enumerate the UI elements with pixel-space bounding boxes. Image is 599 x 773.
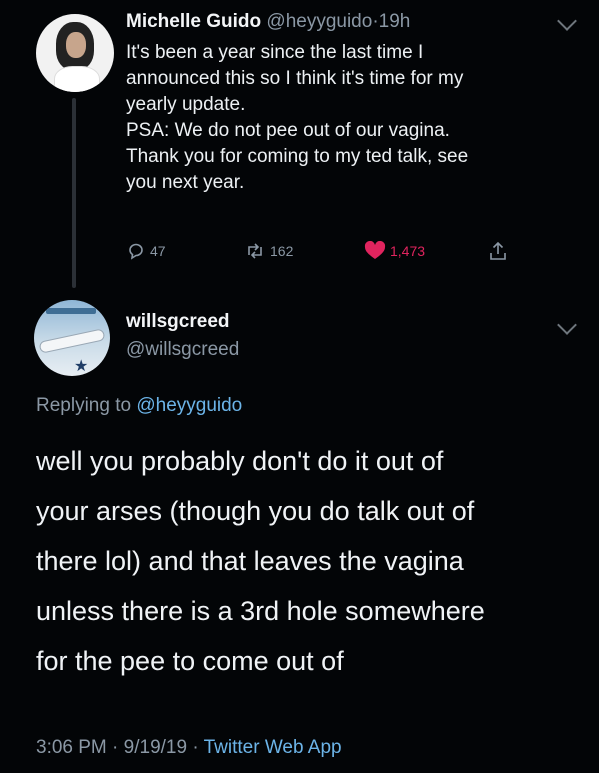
avatar-face bbox=[66, 32, 86, 58]
tweet-actions: 47 162 1,473 bbox=[126, 240, 518, 262]
retweet-count: 162 bbox=[270, 243, 294, 259]
tweet-text: It's been a year since the last time I a… bbox=[126, 40, 566, 196]
avatar-banner bbox=[46, 308, 96, 314]
reply-author-handle[interactable]: @willsgcreed bbox=[126, 338, 239, 362]
reply-count: 47 bbox=[150, 243, 166, 259]
tweet-time[interactable]: 19h bbox=[379, 11, 411, 32]
chevron-down-icon[interactable] bbox=[557, 11, 577, 31]
avatar[interactable] bbox=[36, 14, 114, 92]
replying-prefix: Replying to bbox=[36, 395, 132, 416]
retweet-button[interactable]: 162 bbox=[244, 241, 364, 261]
share-button[interactable] bbox=[488, 240, 518, 262]
author-handle[interactable]: @heyyguido bbox=[266, 11, 372, 32]
airplane-icon bbox=[39, 329, 105, 353]
like-count: 1,473 bbox=[390, 243, 426, 259]
reply-author-name[interactable]: willsgcreed bbox=[126, 310, 230, 334]
chevron-down-icon[interactable] bbox=[557, 315, 577, 335]
reply-icon bbox=[129, 243, 143, 260]
reply-text-line: unless there is a 3rd hole somewhere bbox=[36, 596, 485, 626]
reply-text-line: your arses (though you do talk out of bbox=[36, 496, 475, 526]
reply-text-line: there lol) and that leaves the vagina bbox=[36, 546, 464, 576]
share-icon bbox=[490, 241, 506, 260]
author-name[interactable]: Michelle Guido bbox=[126, 11, 261, 32]
meta-separator: · bbox=[112, 737, 119, 758]
avatar-shirt bbox=[54, 66, 100, 92]
tweet-text-line: announced this so I think it's time for … bbox=[126, 68, 464, 89]
reply-time[interactable]: 3:06 PM bbox=[36, 737, 107, 758]
reply-text: well you probably don't do it out of you… bbox=[36, 436, 566, 686]
reply-text-line: well you probably don't do it out of bbox=[36, 446, 444, 476]
tweet-text-line: PSA: We do not pee out of our vagina. bbox=[126, 120, 450, 141]
replying-to-link[interactable]: @heyyguido bbox=[136, 395, 242, 416]
reply-button[interactable]: 47 bbox=[126, 241, 244, 261]
tweet-header: Michelle Guido @heyyguido·19h bbox=[126, 10, 410, 34]
tweet-text-line: Thank you for coming to my ted talk, see bbox=[126, 146, 469, 167]
star-icon: ★ bbox=[74, 358, 89, 375]
like-button[interactable]: 1,473 bbox=[364, 241, 488, 261]
thread-connector-line bbox=[72, 98, 76, 288]
reply-text-line: for the pee to come out of bbox=[36, 646, 344, 676]
tweet-thread-screenshot: Michelle Guido @heyyguido·19h It's been … bbox=[0, 0, 599, 773]
reply-meta: 3:06 PM · 9/19/19 · Twitter Web App bbox=[36, 736, 342, 760]
meta-separator: · bbox=[192, 737, 199, 758]
source-app-link[interactable]: Twitter Web App bbox=[204, 737, 342, 758]
tweet-text-line: yearly update. bbox=[126, 94, 246, 115]
heart-icon bbox=[364, 241, 386, 259]
tweet-text-line: It's been a year since the last time I bbox=[126, 42, 424, 63]
tweet-text-line: you next year. bbox=[126, 172, 245, 193]
retweet-icon bbox=[248, 243, 262, 259]
reply-avatar[interactable]: ★ bbox=[34, 300, 110, 376]
replying-to: Replying to @heyyguido bbox=[36, 394, 242, 418]
reply-date[interactable]: 9/19/19 bbox=[124, 737, 187, 758]
